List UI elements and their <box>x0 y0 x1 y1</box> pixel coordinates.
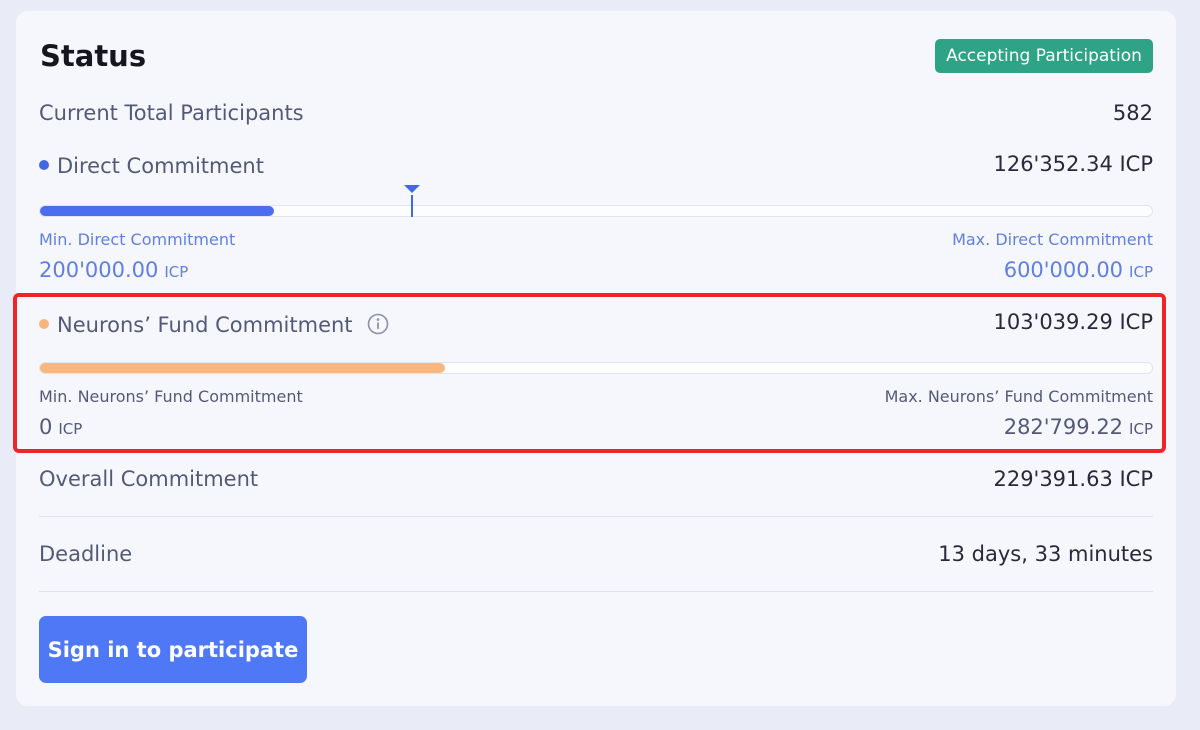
direct-commitment-text: Direct Commitment <box>57 154 264 178</box>
min-neurons-fund-commitment-value: 0 <box>39 415 53 439</box>
min-direct-commitment-value: 200'000.00 <box>39 258 159 282</box>
overall-commitment-value: 229'391.63 ICP <box>993 467 1153 491</box>
neurons-fund-commitment-value: 103'039.29 ICP <box>993 310 1153 334</box>
divider <box>39 516 1153 517</box>
status-card: Status Accepting Participation Current T… <box>13 11 1176 706</box>
overall-commitment-label: Overall Commitment <box>39 467 259 491</box>
min-neurons-fund-commitment-unit: ICP <box>58 420 83 438</box>
participants-value: 582 <box>1112 101 1153 125</box>
max-neurons-fund-commitment-label: Max. Neurons’ Fund Commitment <box>884 387 1153 406</box>
max-neurons-fund-commitment-unit: ICP <box>1129 420 1153 438</box>
max-neurons-fund-commitment-value: 282'799.22 <box>1003 415 1124 439</box>
deadline-label: Deadline <box>39 542 133 566</box>
min-direct-commitment-label: Min. Direct Commitment <box>39 230 236 249</box>
max-neurons-fund-commitment-amount: 282'799.22 ICP <box>1004 415 1153 439</box>
status-badge: Accepting Participation <box>935 39 1153 73</box>
neurons-fund-commitment-text: Neurons’ Fund Commitment <box>57 313 353 337</box>
direct-commitment-progress-bar <box>39 205 1153 217</box>
triangle-marker-icon <box>404 185 421 217</box>
direct-commitment-label: Direct Commitment <box>39 154 264 178</box>
divider <box>39 591 1153 592</box>
orange-dot-icon <box>39 319 49 329</box>
info-circle-icon[interactable] <box>367 313 389 335</box>
max-direct-commitment-unit: ICP <box>1129 263 1153 281</box>
neurons-fund-commitment-label: Neurons’ Fund Commitment <box>39 313 389 337</box>
direct-commitment-value: 126'352.34 ICP <box>993 152 1153 176</box>
neurons-fund-progress-fill <box>40 363 445 373</box>
min-neurons-fund-commitment-label: Min. Neurons’ Fund Commitment <box>39 387 303 406</box>
participants-label: Current Total Participants <box>39 101 304 125</box>
min-neurons-fund-commitment-amount: 0 ICP <box>39 415 82 439</box>
direct-commitment-progress-fill <box>40 206 274 216</box>
max-direct-commitment-amount: 600'000.00 ICP <box>1004 258 1153 282</box>
min-direct-commitment-unit: ICP <box>164 263 189 281</box>
sign-in-to-participate-button[interactable]: Sign in to participate <box>39 616 307 683</box>
neurons-fund-progress-bar <box>39 362 1153 374</box>
card-title: Status <box>40 39 147 73</box>
max-direct-commitment-label: Max. Direct Commitment <box>952 230 1153 249</box>
deadline-value: 13 days, 33 minutes <box>938 542 1153 566</box>
blue-dot-icon <box>39 160 49 170</box>
min-direct-commitment-amount: 200'000.00 ICP <box>39 258 188 282</box>
max-direct-commitment-value: 600'000.00 <box>1003 258 1124 282</box>
